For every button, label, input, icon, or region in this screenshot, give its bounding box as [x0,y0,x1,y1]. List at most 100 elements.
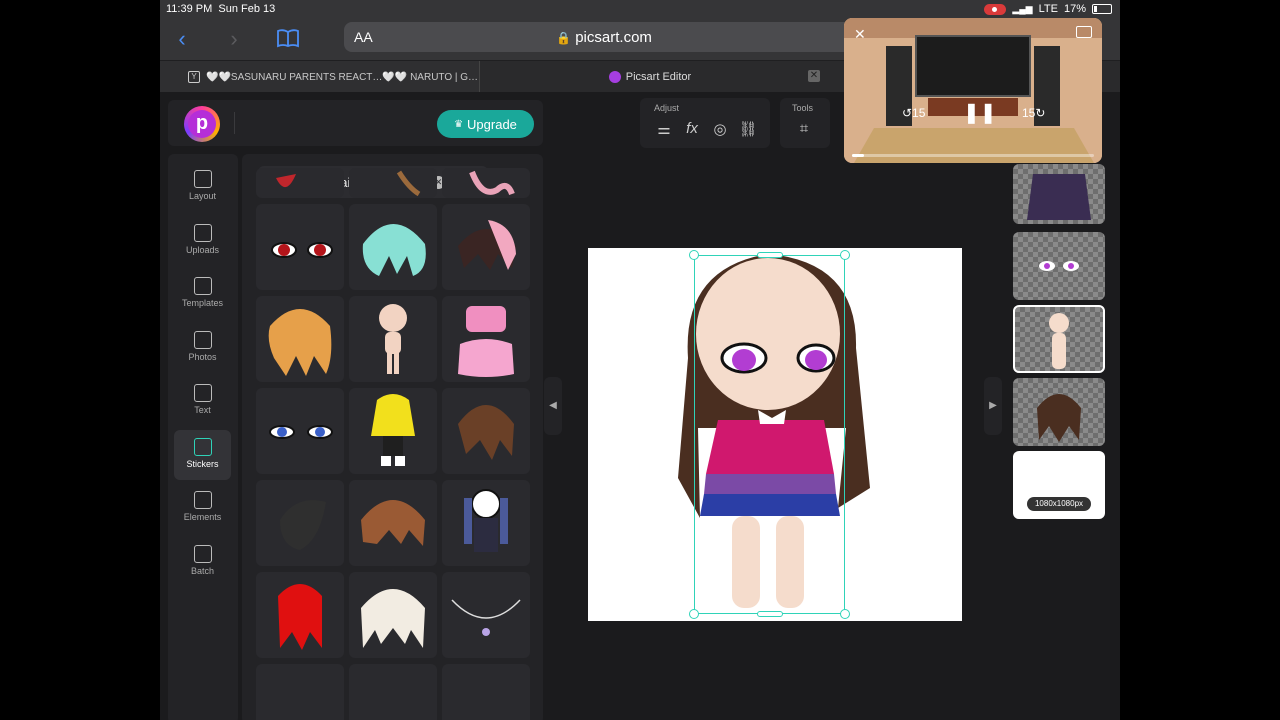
crown-icon: ♛ [454,118,464,130]
upload-icon [193,223,212,242]
effects-fx-icon[interactable]: fx [682,120,702,140]
layers-panel: 1080x1080px [1012,164,1106,524]
adjust-toolbar: Adjust ⚌ fx ◎ ⛓ [640,98,770,148]
app-header: ♛ Upgrade [168,100,543,146]
sticker-result[interactable] [442,168,530,198]
upgrade-button[interactable]: ♛ Upgrade [437,110,534,138]
resize-handle[interactable] [757,611,783,617]
rail-item-uploads[interactable]: Uploads [174,216,231,266]
side-rail: Layout Uploads Templates Photos Text Stickers… [168,154,238,720]
adjust-sliders-icon[interactable]: ⚌ [654,120,674,140]
sticker-skeleton-char[interactable] [442,480,530,566]
rail-item-label: Batch [190,565,214,576]
picture-in-picture-video[interactable]: ✕ ↺15 ❚❚ 15↻ [844,18,1102,163]
resize-handle[interactable] [757,252,783,258]
sticker-icon [193,437,212,456]
tab-youtube[interactable]: Y 🤍🤍SASUNARU PARENTS REACT…🤍🤍 NARUTO | G… [160,61,480,93]
rail-item-elements[interactable]: Elements [174,483,231,533]
selection-box[interactable] [689,250,850,619]
rail-item-layout[interactable]: Layout [174,162,231,212]
sticker-orange-hair[interactable] [256,296,344,382]
collapse-left-panel-icon[interactable]: ◀ [544,377,562,435]
upgrade-label: Upgrade [467,116,517,132]
sticker-red-eyes[interactable] [256,204,344,290]
back-icon[interactable]: ‹ [170,26,194,52]
rail-item-templates[interactable]: Templates [174,269,231,319]
sticker-yellow-hoodie[interactable] [349,388,437,474]
rail-item-label: Templates [181,298,224,308]
collapse-right-panel-icon[interactable]: ▶ [984,377,1002,435]
sticker-black-hair[interactable] [256,480,344,566]
layer-hoodie[interactable] [1013,164,1105,224]
expand-pip-icon[interactable] [1076,26,1092,38]
video-progress-fill [852,154,864,157]
sticker-brown-hair[interactable] [442,388,530,474]
sticker-blue-eyes[interactable] [256,388,344,474]
layer-base-selected[interactable] [1013,305,1105,373]
text-icon [193,384,212,402]
resize-handle[interactable] [840,250,850,260]
book-icon [193,277,212,295]
divider [234,112,235,134]
sticker-result[interactable] [349,664,437,720]
picsart-logo-icon[interactable] [184,106,220,142]
canvas-size-label: 1080x1080px [1027,497,1091,511]
battery-label: 17% [1063,3,1086,15]
sticker-auburn-hair[interactable] [349,480,437,566]
forward-icon[interactable]: › [222,26,246,52]
layer-background[interactable]: 1080x1080px [1013,451,1105,519]
link-icon[interactable]: ⛓ [738,120,758,140]
close-pip-icon[interactable]: ✕ [854,26,866,43]
sticker-necklace[interactable] [442,572,530,658]
sticker-base-body[interactable] [349,296,437,382]
canvas-artboard[interactable] [588,248,962,621]
network-label: LTE [1038,3,1058,15]
address-bar[interactable]: AA 🔒 picsart.com [344,22,864,52]
sticker-red-hair[interactable] [256,572,344,658]
sticker-result[interactable] [349,168,437,198]
rail-item-stickers[interactable]: Stickers [174,429,231,480]
blend-icon[interactable]: ◎ [710,120,730,140]
batch-icon [193,544,212,563]
sticker-result[interactable] [256,168,344,198]
picsart-favicon-icon [608,71,621,83]
sticker-white-hair[interactable] [349,572,437,658]
battery-fill [1094,6,1097,12]
tab-title: Picsart Editor [625,71,692,83]
layer-eyes[interactable] [1013,232,1105,300]
tools-label: Tools [792,103,814,113]
resize-handle[interactable] [840,609,850,619]
sticker-pink-hair[interactable] [442,204,530,290]
crop-icon[interactable]: ⌗ [794,120,814,140]
sticker-mint-hair[interactable] [349,204,437,290]
star-icon [193,491,212,509]
pause-icon[interactable]: ❚❚ [963,100,997,125]
picsart-editor: ♛ Upgrade Layout Uploads Templates Photos Te… [160,92,1120,720]
rewind-15-icon[interactable]: ↺15 [902,106,925,120]
tab-picsart[interactable]: Picsart Editor [480,61,820,93]
rail-item-batch[interactable]: Batch [174,537,231,587]
sticker-result[interactable] [442,664,530,720]
resize-handle[interactable] [689,250,699,260]
tools-toolbar: Tools ⌗ [780,98,830,148]
bookmarks-icon[interactable] [276,28,300,54]
rail-item-photos[interactable]: Photos [174,323,231,373]
sticker-result[interactable] [256,664,344,720]
close-tab-icon[interactable]: ✕ [808,70,820,82]
signal-icon: ▂▄▆ [1012,3,1033,14]
layer-hair[interactable] [1013,378,1105,446]
forward-15-icon[interactable]: 15↻ [1022,106,1045,120]
rail-item-label: Elements [183,512,222,522]
video-frame [844,18,1102,163]
status-right: ▂▄▆ LTE 17% [984,3,1112,15]
rail-item-label: Photos [188,351,217,362]
rail-item-text[interactable]: Text [174,376,231,426]
screen-recording-icon [984,3,1007,15]
sticker-pink-top[interactable] [442,296,530,382]
battery-icon [1092,4,1112,14]
video-progress[interactable] [852,154,1094,157]
rail-item-label: Layout [188,191,217,201]
tab-title: 🤍🤍SASUNARU PARENTS REACT…🤍🤍 NARUTO | G… [206,71,479,83]
resize-handle[interactable] [689,609,699,619]
screen: 11:39 PM Sun Feb 13 ▂▄▆ LTE 17% ‹ › AA 🔒… [160,0,1120,720]
